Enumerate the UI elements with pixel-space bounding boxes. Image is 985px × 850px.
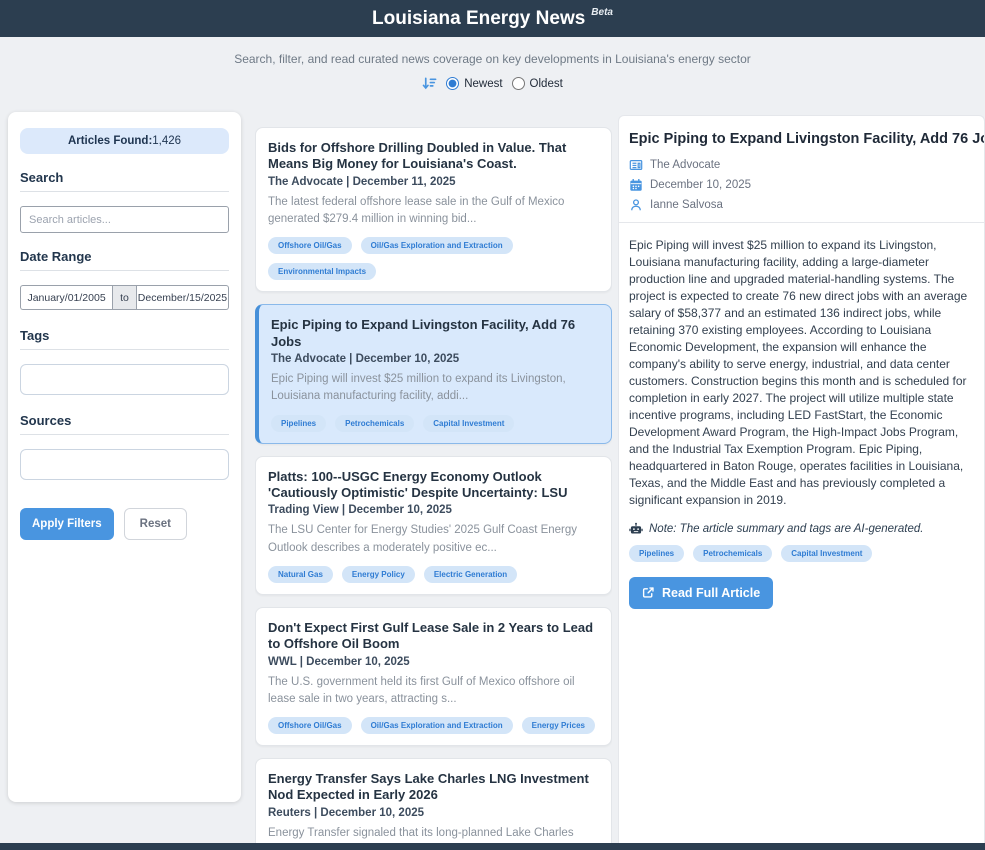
tag-pill: Environmental Impacts bbox=[268, 263, 376, 280]
app-header: Louisiana Energy News Beta bbox=[0, 0, 985, 37]
filter-sidebar: Articles Found:1,426 Search Date Range t… bbox=[8, 112, 241, 802]
tag-pill: Oil/Gas Exploration and Extraction bbox=[361, 717, 513, 734]
article-meta: WWL | December 10, 2025 bbox=[268, 656, 599, 668]
person-icon bbox=[629, 198, 643, 212]
newspaper-icon bbox=[629, 158, 643, 172]
articles-found-value: 1,426 bbox=[152, 135, 181, 147]
divider bbox=[20, 434, 229, 435]
external-link-icon bbox=[642, 586, 655, 599]
robot-icon bbox=[629, 522, 643, 536]
article-card[interactable]: Energy Transfer Says Lake Charles LNG In… bbox=[255, 758, 612, 850]
tag-pill: Pipelines bbox=[629, 545, 684, 562]
article-tags: Offshore Oil/Gas Oil/Gas Exploration and … bbox=[268, 717, 599, 734]
date-from-input[interactable] bbox=[20, 285, 112, 310]
tag-pill: Pipelines bbox=[271, 415, 326, 432]
article-excerpt: The U.S. government held its first Gulf … bbox=[268, 674, 599, 709]
article-title: Platts: 100--USGC Energy Economy Outlook… bbox=[268, 469, 599, 502]
page: Louisiana Energy News Beta Search, filte… bbox=[0, 0, 985, 850]
search-input[interactable] bbox=[20, 206, 229, 233]
tag-pill: Natural Gas bbox=[268, 566, 333, 583]
sort-oldest-option[interactable]: Oldest bbox=[512, 77, 563, 90]
date-range-row: to bbox=[20, 285, 229, 310]
detail-author-line: Ianne Salvosa bbox=[629, 198, 969, 212]
read-full-article-button[interactable]: Read Full Article bbox=[629, 577, 773, 609]
article-title: Epic Piping to Expand Livingston Facilit… bbox=[271, 317, 599, 350]
article-tags: Offshore Oil/Gas Oil/Gas Exploration and … bbox=[268, 237, 599, 280]
tag-pill: Energy Policy bbox=[342, 566, 415, 583]
beta-badge: Beta bbox=[591, 7, 613, 18]
search-heading: Search bbox=[20, 170, 229, 185]
calendar-icon bbox=[629, 178, 643, 192]
tag-pill: Offshore Oil/Gas bbox=[268, 237, 352, 254]
sort-oldest-label: Oldest bbox=[530, 78, 563, 90]
reset-button[interactable]: Reset bbox=[124, 508, 187, 540]
detail-body: Epic Piping will invest $25 million to e… bbox=[629, 237, 969, 510]
article-meta: Reuters | December 10, 2025 bbox=[268, 807, 599, 819]
detail-author: Ianne Salvosa bbox=[650, 199, 723, 211]
tag-pill: Electric Generation bbox=[424, 566, 517, 583]
divider bbox=[20, 270, 229, 271]
tag-pill: Energy Prices bbox=[522, 717, 595, 734]
sources-input[interactable] bbox=[20, 449, 229, 480]
tag-pill: Petrochemicals bbox=[335, 415, 414, 432]
sort-newest-radio[interactable] bbox=[446, 77, 459, 90]
apply-filters-button[interactable]: Apply Filters bbox=[20, 508, 114, 540]
app-subtitle: Search, filter, and read curated news co… bbox=[0, 52, 985, 66]
ai-note: Note: The article summary and tags are A… bbox=[629, 522, 969, 536]
article-card[interactable]: Bids for Offshore Drilling Doubled in Va… bbox=[255, 127, 612, 292]
article-tags: Pipelines Petrochemicals Capital Investmen… bbox=[271, 415, 599, 432]
tag-pill: Capital Investment bbox=[781, 545, 872, 562]
article-excerpt: The LSU Center for Energy Studies' 2025 … bbox=[268, 522, 599, 557]
sort-oldest-radio[interactable] bbox=[512, 77, 525, 90]
article-card[interactable]: Epic Piping to Expand Livingston Facilit… bbox=[255, 304, 612, 443]
tags-heading: Tags bbox=[20, 328, 229, 343]
read-full-article-label: Read Full Article bbox=[662, 586, 760, 600]
article-title: Energy Transfer Says Lake Charles LNG In… bbox=[268, 771, 599, 804]
detail-source: The Advocate bbox=[650, 159, 720, 171]
sort-controls: Newest Oldest bbox=[0, 76, 985, 91]
sort-newest-option[interactable]: Newest bbox=[446, 77, 502, 90]
detail-source-line: The Advocate bbox=[629, 158, 969, 172]
date-to-input[interactable] bbox=[137, 285, 229, 310]
article-title: Bids for Offshore Drilling Doubled in Va… bbox=[268, 140, 599, 173]
sources-heading: Sources bbox=[20, 413, 229, 428]
date-to-label: to bbox=[112, 285, 137, 310]
article-excerpt: The latest federal offshore lease sale i… bbox=[268, 194, 599, 229]
divider bbox=[20, 191, 229, 192]
article-tags: Natural Gas Energy Policy Electric Generat… bbox=[268, 566, 599, 583]
detail-tags: Pipelines Petrochemicals Capital Investmen… bbox=[629, 545, 969, 562]
sort-newest-label: Newest bbox=[464, 78, 502, 90]
article-meta: The Advocate | December 11, 2025 bbox=[268, 176, 599, 188]
app-title: Louisiana Energy News bbox=[372, 8, 585, 30]
articles-found-badge: Articles Found:1,426 bbox=[20, 128, 229, 154]
date-range-heading: Date Range bbox=[20, 249, 229, 264]
ai-note-text: Note: The article summary and tags are A… bbox=[649, 523, 923, 535]
article-meta: Trading View | December 10, 2025 bbox=[268, 504, 599, 516]
tag-pill: Petrochemicals bbox=[693, 545, 772, 562]
article-detail-panel: Epic Piping to Expand Livingston Facilit… bbox=[618, 115, 985, 843]
detail-date-line: December 10, 2025 bbox=[629, 178, 969, 192]
bottom-bar bbox=[0, 843, 985, 850]
sort-descending-icon bbox=[422, 76, 437, 91]
article-title: Don't Expect First Gulf Lease Sale in 2 … bbox=[268, 620, 599, 653]
divider bbox=[20, 349, 229, 350]
divider bbox=[619, 222, 984, 223]
filter-buttons: Apply Filters Reset bbox=[20, 508, 229, 540]
detail-date: December 10, 2025 bbox=[650, 179, 751, 191]
article-card[interactable]: Platts: 100--USGC Energy Economy Outlook… bbox=[255, 456, 612, 595]
tag-pill: Capital Investment bbox=[423, 415, 514, 432]
detail-title: Epic Piping to Expand Livingston Facilit… bbox=[629, 131, 969, 147]
article-list[interactable]: Bids for Offshore Drilling Doubled in Va… bbox=[255, 127, 612, 850]
tags-input[interactable] bbox=[20, 364, 229, 395]
tag-pill: Oil/Gas Exploration and Extraction bbox=[361, 237, 513, 254]
article-card[interactable]: Don't Expect First Gulf Lease Sale in 2 … bbox=[255, 607, 612, 746]
articles-found-label: Articles Found: bbox=[68, 135, 152, 147]
article-meta: The Advocate | December 10, 2025 bbox=[271, 353, 599, 365]
article-excerpt: Epic Piping will invest $25 million to e… bbox=[271, 371, 599, 406]
tag-pill: Offshore Oil/Gas bbox=[268, 717, 352, 734]
